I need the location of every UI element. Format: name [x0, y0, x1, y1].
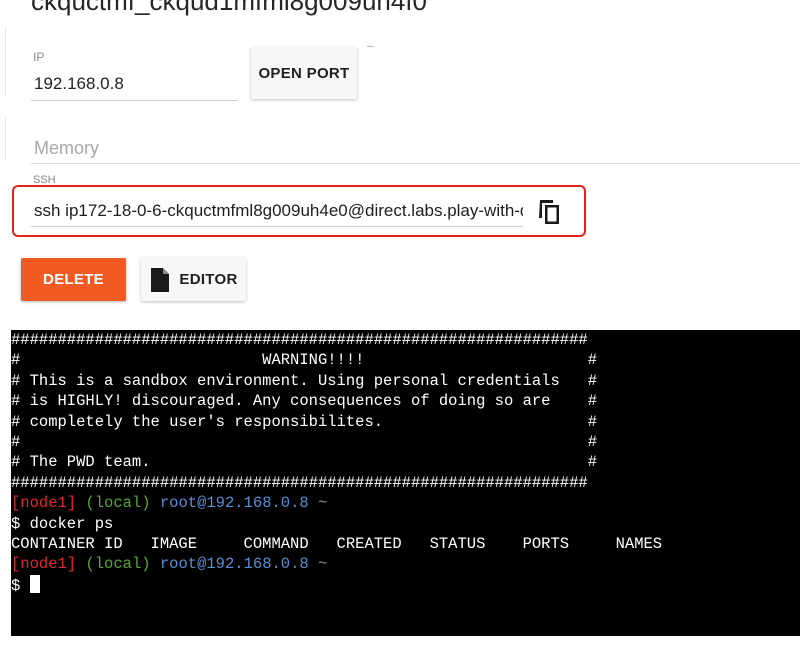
prompt-local: (local) [85, 494, 151, 513]
divider [5, 28, 6, 96]
editor-button[interactable]: EDITOR [141, 258, 246, 301]
divider [367, 46, 374, 47]
prompt-host: root@192.168.0.8 [159, 555, 309, 574]
prompt-path: ~ [318, 494, 328, 513]
command-prompt: $ [11, 576, 30, 595]
prompt-local: (local) [85, 555, 151, 574]
terminal[interactable]: ########################################… [11, 330, 800, 636]
instance-title: ckquctmf_ckqud1mfml8g009uh4f0 [31, 0, 428, 16]
terminal-cursor[interactable] [29, 574, 40, 593]
memory-field: Memory [34, 138, 100, 158]
prompt-node: [node1] [11, 555, 77, 574]
banner-line: # completely the user's responsibilites.… [11, 412, 597, 431]
copy-icon[interactable] [537, 198, 563, 231]
prompt-path: ~ [318, 555, 328, 574]
banner-line: ########################################… [11, 473, 588, 492]
delete-button[interactable]: DELETE [21, 258, 126, 301]
ip-label: IP [33, 50, 45, 64]
ip-underline [31, 100, 238, 101]
open-port-button[interactable]: OPEN PORT [251, 47, 357, 99]
command-line: $ docker ps [11, 514, 114, 533]
banner-line: # This is a sandbox environment. Using p… [11, 371, 597, 390]
ssh-command-field[interactable]: ssh ip172-18-0-6-ckquctmfml8g009uh4e0@di… [34, 201, 523, 221]
memory-underline [31, 163, 800, 164]
terminal-output: ########################################… [11, 330, 662, 596]
editor-button-label: EDITOR [179, 271, 238, 288]
banner-line: # WARNING!!!! # [11, 351, 597, 370]
banner-line: ########################################… [11, 331, 588, 349]
ssh-underline [31, 226, 523, 227]
docker-ps-header: CONTAINER ID IMAGE COMMAND CREATED STATU… [11, 535, 663, 554]
banner-line: # # [11, 433, 597, 452]
banner-line: # The PWD team. # [11, 453, 597, 472]
prompt-host: root@192.168.0.8 [159, 494, 309, 513]
prompt-node: [node1] [11, 494, 77, 513]
ip-value[interactable]: 192.168.0.8 [34, 74, 124, 94]
banner-line: # is HIGHLY! discouraged. Any consequenc… [11, 392, 597, 411]
divider [5, 118, 6, 160]
file-icon [151, 267, 170, 292]
